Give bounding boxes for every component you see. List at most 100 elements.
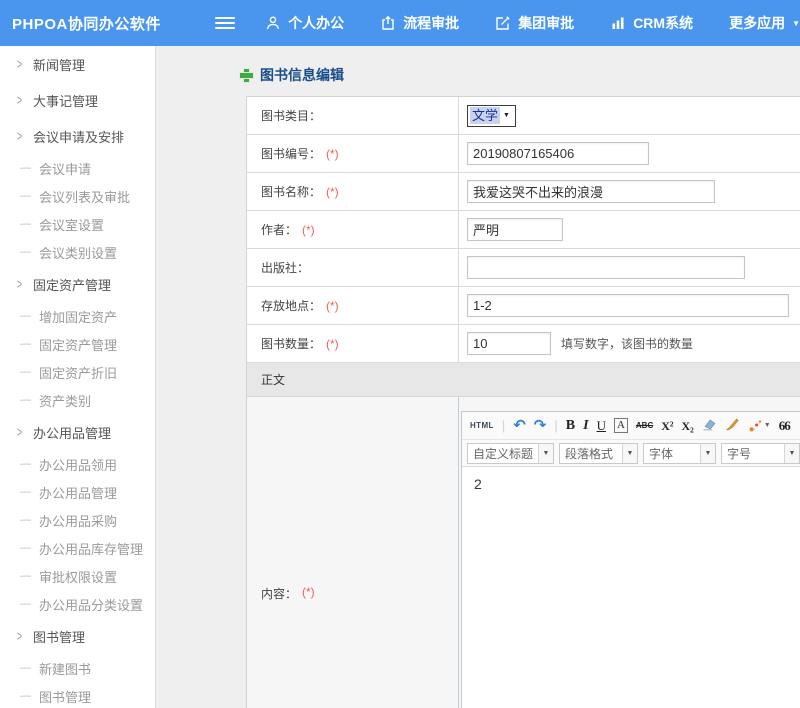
sidebar-item-supplies-category[interactable]: —办公用品分类设置	[0, 590, 155, 618]
font-color-button[interactable]: A	[614, 418, 628, 433]
sidebar-item-asset-manage[interactable]: —固定资产管理	[0, 330, 155, 358]
format-brush-button[interactable]	[725, 417, 740, 435]
nav-more-apps[interactable]: 更多应用 ▼	[729, 13, 800, 33]
dash-icon: —	[20, 246, 31, 258]
field-label: 内容：(*)	[247, 397, 459, 708]
dash-icon: —	[20, 458, 31, 470]
caret-down-icon: ▼	[538, 444, 553, 463]
sidebar-item-book-manage[interactable]: —图书管理	[0, 682, 155, 708]
chevron-right-icon: >	[17, 628, 22, 645]
required-mark: (*)	[326, 337, 339, 351]
field-label: 图书名称：(*)	[247, 173, 459, 210]
sidebar-item-label: 资产类别	[39, 391, 91, 410]
caret-down-icon: ▼	[792, 19, 800, 28]
paragraph-format-dropdown[interactable]: 段落格式 ▼	[559, 443, 638, 464]
sidebar-item-label: 增加固定资产	[39, 307, 117, 326]
form-row-publisher: 出版社：	[247, 249, 800, 287]
custom-title-dropdown[interactable]: 自定义标题 ▼	[467, 443, 554, 464]
form-row-quantity: 图书数量：(*) 填写数字，该图书的数量	[247, 325, 800, 363]
sidebar-item-meeting-category[interactable]: —会议类别设置	[0, 238, 155, 266]
dash-icon: —	[20, 570, 31, 582]
chevron-right-icon: >	[17, 424, 22, 441]
author-input[interactable]	[467, 218, 563, 241]
hamburger-menu-icon[interactable]	[215, 14, 235, 32]
dash-icon: —	[20, 486, 31, 498]
sidebar-group-news[interactable]: > 新闻管理	[0, 46, 155, 82]
sidebar-group-events[interactable]: >大事记管理	[0, 82, 155, 118]
dash-icon: —	[20, 366, 31, 378]
sidebar-item-asset-add[interactable]: —增加固定资产	[0, 302, 155, 330]
html-source-button[interactable]: HTML	[470, 422, 494, 430]
nav-crm-system[interactable]: CRM系统	[610, 13, 693, 33]
sidebar-group-supplies[interactable]: > 办公用品管理	[0, 414, 155, 450]
sidebar-group-meeting[interactable]: >会议申请及安排	[0, 118, 155, 154]
sidebar-item-label: 会议列表及审批	[39, 187, 130, 206]
eraser-button[interactable]	[702, 417, 717, 435]
blockquote-button[interactable]: 66	[779, 419, 790, 432]
sidebar-item-asset-category[interactable]: —资产类别	[0, 386, 155, 414]
editor-toolbar-row1: HTML | ↶ ↷ | B I U A ABC X² X₂	[462, 412, 800, 440]
editor-content-area[interactable]: 2	[462, 467, 800, 708]
nav-label: 集团审批	[518, 13, 574, 33]
sidebar-item-label: 固定资产折旧	[39, 363, 117, 382]
sidebar-item-supplies-purchase[interactable]: —办公用品采购	[0, 506, 155, 534]
caret-down-icon: ▼	[622, 444, 637, 463]
sidebar-item-asset-depreciation[interactable]: — 固定资产折旧	[0, 358, 155, 386]
sidebar-group-label: 办公用品管理	[33, 423, 111, 442]
sidebar-item-label: 会议室设置	[39, 215, 104, 234]
quantity-hint: 填写数字，该图书的数量	[561, 335, 693, 352]
superscript-button[interactable]: X²	[661, 420, 673, 432]
caret-down-icon: ▼	[700, 444, 715, 463]
sidebar-group-label: 新闻管理	[33, 55, 85, 74]
font-family-dropdown[interactable]: 字体 ▼	[643, 443, 716, 464]
nav-label: CRM系统	[633, 13, 693, 33]
subscript-button[interactable]: X₂	[682, 420, 694, 432]
sidebar-item-label: 审批权限设置	[39, 567, 117, 586]
dropdown-value: 自定义标题	[468, 444, 538, 463]
book-name-input[interactable]	[467, 180, 715, 203]
sidebar-item-supplies-inventory[interactable]: —办公用品库存管理	[0, 534, 155, 562]
autotypeset-button[interactable]: ▼	[748, 419, 771, 433]
strikethrough-button[interactable]: ABC	[636, 422, 653, 430]
nav-group-approval[interactable]: 集团审批	[495, 13, 574, 33]
top-nav: 个人办公 流程审批 集团审批 CRM系统 更多应用 ▼	[265, 13, 800, 33]
form-row-location: 存放地点：(*)	[247, 287, 800, 325]
required-mark: (*)	[326, 299, 339, 313]
category-select[interactable]: 文学 ▼	[467, 105, 516, 127]
nav-personal-office[interactable]: 个人办公	[265, 13, 344, 33]
sidebar-item-book-new[interactable]: —新建图书	[0, 654, 155, 682]
book-edit-form: 图书类目： 文学 ▼ 图书编号：(*) 图书名称：(*) 作者	[246, 96, 800, 708]
sidebar-item-label: 办公用品分类设置	[39, 595, 143, 614]
required-mark: (*)	[326, 147, 339, 161]
dropdown-value: 段落格式	[560, 444, 622, 463]
sidebar-item-supplies-manage[interactable]: —办公用品管理	[0, 478, 155, 506]
redo-button[interactable]: ↷	[534, 418, 547, 433]
sidebar-item-meeting-apply[interactable]: —会议申请	[0, 154, 155, 182]
book-code-input[interactable]	[467, 142, 649, 165]
user-icon	[265, 15, 281, 31]
form-row-author: 作者：(*)	[247, 211, 800, 249]
italic-button[interactable]: I	[583, 419, 588, 433]
sidebar-item-meeting-room[interactable]: —会议室设置	[0, 210, 155, 238]
sidebar-nav: >新闻管理 >大事记管理 >会议申请及安排 —会议申请 —会议列表及审批 —会议…	[0, 46, 156, 708]
location-input[interactable]	[467, 294, 789, 317]
dash-icon: —	[20, 162, 31, 174]
sidebar-group-books[interactable]: >图书管理	[0, 618, 155, 654]
nav-label: 流程审批	[403, 13, 459, 33]
field-label: 图书数量：(*)	[247, 325, 459, 362]
sidebar-item-meeting-list[interactable]: —会议列表及审批	[0, 182, 155, 210]
nav-process-approval[interactable]: 流程审批	[380, 13, 459, 33]
sidebar-group-assets[interactable]: >固定资产管理	[0, 266, 155, 302]
sidebar-item-supplies-claim[interactable]: —办公用品领用	[0, 450, 155, 478]
font-size-dropdown[interactable]: 字号 ▼	[721, 443, 800, 464]
quantity-input[interactable]	[467, 332, 551, 355]
form-row-content: 内容：(*) HTML | ↶ ↷ | B I U A	[247, 397, 800, 708]
bold-button[interactable]: B	[566, 419, 575, 433]
publisher-input[interactable]	[467, 256, 745, 279]
undo-button[interactable]: ↶	[513, 418, 526, 433]
sidebar-group-label: 大事记管理	[33, 91, 98, 110]
underline-button[interactable]: U	[597, 419, 606, 432]
chevron-right-icon: >	[17, 56, 22, 73]
caret-down-icon: ▼	[764, 422, 771, 429]
sidebar-item-approval-permission[interactable]: — 审批权限设置	[0, 562, 155, 590]
